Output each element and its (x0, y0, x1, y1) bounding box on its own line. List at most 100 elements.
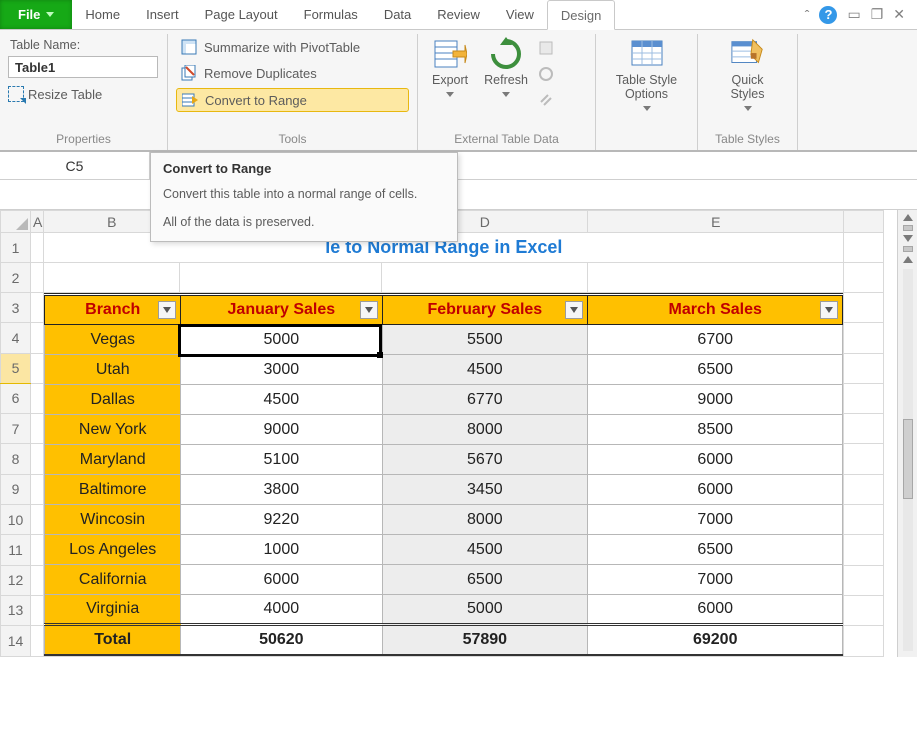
jan-cell[interactable]: 4500 (181, 385, 383, 415)
convert-to-range-button[interactable]: Convert to Range (176, 88, 409, 112)
jan-cell[interactable]: 4000 (181, 595, 383, 625)
worksheet-grid[interactable]: A B C D E 1 le to Normal Range in Excel … (0, 210, 884, 657)
row-header-6[interactable]: 6 (1, 383, 31, 413)
row-header-7[interactable]: 7 (1, 414, 31, 444)
help-icon[interactable]: ? (819, 6, 837, 24)
scroll-up-small-icon[interactable] (903, 256, 913, 263)
open-in-browser-icon[interactable] (538, 66, 556, 84)
scroll-thumb[interactable] (903, 419, 913, 499)
table-row[interactable]: Dallas450067709000 (45, 385, 843, 415)
select-all-corner[interactable] (1, 211, 31, 233)
sales-data-table[interactable]: Branch January Sales February Sales Marc… (44, 293, 843, 656)
tab-review[interactable]: Review (424, 0, 493, 29)
tab-view[interactable]: View (493, 0, 547, 29)
feb-cell[interactable]: 4500 (382, 535, 588, 565)
refresh-dropdown-icon[interactable] (502, 90, 510, 97)
table-name-input[interactable] (8, 56, 158, 78)
row-header-13[interactable]: 13 (1, 595, 31, 625)
scroll-down-small-icon[interactable] (903, 235, 913, 242)
branch-cell[interactable]: Vegas (45, 325, 181, 355)
jan-cell[interactable]: 5000 (181, 325, 383, 355)
mar-cell[interactable]: 7000 (588, 565, 843, 595)
tab-file[interactable]: File (0, 0, 72, 29)
row-header-2[interactable]: 2 (1, 263, 31, 293)
branch-cell[interactable]: Virginia (45, 595, 181, 625)
feb-cell[interactable]: 5000 (382, 595, 588, 625)
feb-cell[interactable]: 3450 (382, 475, 588, 505)
jan-cell[interactable]: 3000 (181, 355, 383, 385)
feb-cell[interactable]: 8000 (382, 415, 588, 445)
export-button[interactable]: Export (426, 36, 474, 97)
row-header-8[interactable]: 8 (1, 444, 31, 474)
col-header-A[interactable]: A (31, 211, 44, 233)
branch-cell[interactable]: Utah (45, 355, 181, 385)
mar-cell[interactable]: 6500 (588, 535, 843, 565)
table-row[interactable]: Vegas500055006700 (45, 325, 843, 355)
row-header-11[interactable]: 11 (1, 535, 31, 565)
branch-cell[interactable]: New York (45, 415, 181, 445)
mar-cell[interactable]: 6700 (588, 325, 843, 355)
col-header-E[interactable]: E (588, 211, 844, 233)
jan-cell[interactable]: 5100 (181, 445, 383, 475)
table-row[interactable]: New York900080008500 (45, 415, 843, 445)
quick-styles-button[interactable]: Quick Styles (724, 36, 772, 111)
filter-button-jan[interactable] (360, 301, 378, 319)
table-style-options-button[interactable]: Table Style Options (610, 36, 683, 111)
summarize-pivottable-button[interactable]: Summarize with PivotTable (176, 36, 409, 58)
row-header-9[interactable]: 9 (1, 474, 31, 504)
tab-data[interactable]: Data (371, 0, 424, 29)
tab-formulas[interactable]: Formulas (291, 0, 371, 29)
style-options-dropdown-icon[interactable] (643, 104, 651, 111)
mar-cell[interactable]: 8500 (588, 415, 843, 445)
col-february-header[interactable]: February Sales (382, 295, 588, 325)
branch-cell[interactable]: California (45, 565, 181, 595)
table-row[interactable]: Wincosin922080007000 (45, 505, 843, 535)
filter-button-mar[interactable] (820, 301, 838, 319)
branch-cell[interactable]: Dallas (45, 385, 181, 415)
mar-cell[interactable]: 6000 (588, 475, 843, 505)
row-header-10[interactable]: 10 (1, 504, 31, 534)
branch-cell[interactable]: Los Angeles (45, 535, 181, 565)
minimize-icon[interactable]: ▭ (847, 6, 860, 23)
jan-cell[interactable]: 9000 (181, 415, 383, 445)
scroll-split-mid[interactable] (903, 246, 913, 252)
col-january-header[interactable]: January Sales (181, 295, 383, 325)
table-row[interactable]: Maryland510056706000 (45, 445, 843, 475)
mar-cell[interactable]: 6000 (588, 595, 843, 625)
mar-cell[interactable]: 6000 (588, 445, 843, 475)
branch-cell[interactable]: Wincosin (45, 505, 181, 535)
quick-styles-dropdown-icon[interactable] (744, 104, 752, 111)
properties-icon[interactable] (538, 40, 556, 58)
table-row[interactable]: Utah300045006500 (45, 355, 843, 385)
table-row[interactable]: Virginia400050006000 (45, 595, 843, 625)
branch-cell[interactable]: Baltimore (45, 475, 181, 505)
resize-table-button[interactable]: Resize Table (8, 86, 159, 102)
mar-cell[interactable]: 6500 (588, 355, 843, 385)
row-header-5[interactable]: 5 (1, 353, 31, 383)
close-icon[interactable]: ✕ (893, 6, 905, 23)
mar-cell[interactable]: 9000 (588, 385, 843, 415)
refresh-button[interactable]: Refresh (478, 36, 534, 97)
tab-design[interactable]: Design (547, 0, 615, 30)
unlink-icon[interactable] (538, 92, 556, 110)
filter-button-branch[interactable] (158, 301, 176, 319)
feb-cell[interactable]: 8000 (382, 505, 588, 535)
col-branch-header[interactable]: Branch (45, 295, 181, 325)
table-row[interactable]: Los Angeles100045006500 (45, 535, 843, 565)
row-header-14[interactable]: 14 (1, 626, 31, 656)
feb-cell[interactable]: 6500 (382, 565, 588, 595)
jan-cell[interactable]: 3800 (181, 475, 383, 505)
row-header-12[interactable]: 12 (1, 565, 31, 595)
feb-cell[interactable]: 4500 (382, 355, 588, 385)
tab-page-layout[interactable]: Page Layout (192, 0, 291, 29)
jan-cell[interactable]: 9220 (181, 505, 383, 535)
cell-A1[interactable] (31, 233, 44, 263)
export-dropdown-icon[interactable] (446, 90, 454, 97)
jan-cell[interactable]: 1000 (181, 535, 383, 565)
feb-cell[interactable]: 5670 (382, 445, 588, 475)
ribbon-collapse-icon[interactable]: ˆ (805, 7, 810, 23)
col-march-header[interactable]: March Sales (588, 295, 843, 325)
scroll-up-icon[interactable] (903, 214, 913, 221)
feb-cell[interactable]: 5500 (382, 325, 588, 355)
name-box[interactable]: C5 (0, 152, 150, 179)
